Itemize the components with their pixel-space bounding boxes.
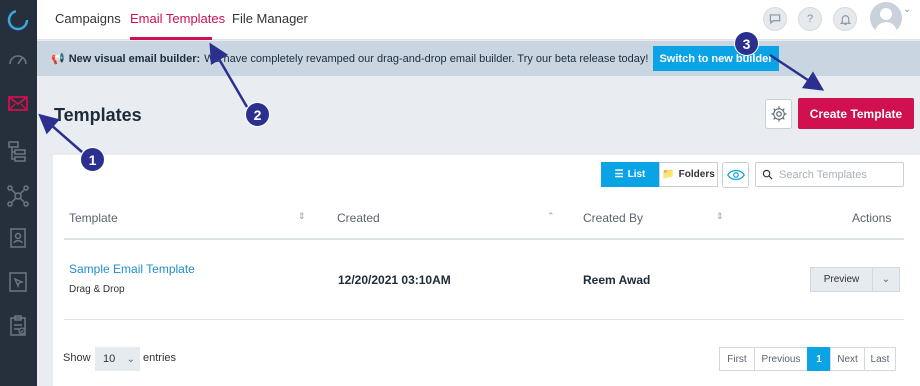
chat-icon[interactable] bbox=[763, 7, 787, 31]
tab-campaigns[interactable]: Campaigns bbox=[55, 11, 121, 26]
callout-badge-1: 1 bbox=[80, 147, 105, 172]
sort-icon[interactable]: ⇕ bbox=[298, 211, 306, 222]
page-title: Templates bbox=[54, 105, 142, 125]
top-nav-bar: Campaigns Email Templates File Manager ?… bbox=[37, 0, 920, 40]
row-divider bbox=[64, 319, 904, 320]
bell-icon[interactable] bbox=[833, 7, 857, 31]
templates-card: ☰ List 📁 Folders Template ⇕ Created ⌃ Cr… bbox=[53, 155, 920, 386]
logo-ring-icon[interactable] bbox=[4, 6, 32, 34]
gear-icon[interactable] bbox=[765, 99, 792, 129]
show-label: Show bbox=[63, 352, 91, 364]
create-template-button[interactable]: Create Template bbox=[798, 98, 914, 129]
callout-badge-2: 2 bbox=[245, 102, 270, 127]
folder-icon: 📁 bbox=[662, 169, 675, 180]
avatar[interactable] bbox=[870, 2, 902, 34]
column-header-actions: Actions bbox=[852, 211, 892, 225]
banner-bold-text: New visual email builder: bbox=[68, 52, 201, 65]
sidebar bbox=[0, 0, 37, 386]
banner-text: We have completely revamped our drag-and… bbox=[204, 52, 649, 65]
help-glyph: ? bbox=[806, 13, 814, 25]
cursor-window-icon[interactable] bbox=[4, 268, 32, 296]
view-toggle: ☰ List 📁 Folders bbox=[601, 162, 718, 187]
callout-badge-3: 3 bbox=[734, 31, 759, 56]
chevron-down-icon[interactable]: ⌄ bbox=[903, 4, 911, 15]
hierarchy-icon[interactable] bbox=[4, 137, 32, 165]
clipboard-check-icon[interactable] bbox=[4, 312, 32, 340]
column-header-template[interactable]: Template bbox=[69, 211, 118, 225]
avatar-body bbox=[875, 22, 897, 34]
search-icon bbox=[762, 169, 773, 180]
created-by: Reem Awad bbox=[583, 273, 651, 287]
chevron-down-icon[interactable]: ⌄ bbox=[873, 267, 900, 292]
list-view-button[interactable]: ☰ List bbox=[601, 162, 659, 187]
sort-asc-icon[interactable]: ⌃ bbox=[547, 211, 555, 222]
help-icon[interactable]: ? bbox=[798, 7, 822, 31]
pager-previous[interactable]: Previous bbox=[754, 347, 808, 371]
avatar-head bbox=[880, 8, 892, 20]
list-icon: ☰ bbox=[614, 169, 624, 180]
template-name-link[interactable]: Sample Email Template bbox=[69, 262, 195, 276]
new-builder-banner: 📢 New visual email builder: We have comp… bbox=[37, 41, 920, 76]
template-type: Drag & Drop bbox=[69, 284, 125, 295]
row-actions: Preview ⌄ bbox=[810, 267, 900, 292]
network-icon[interactable] bbox=[4, 182, 32, 210]
folders-label: Folders bbox=[678, 169, 715, 180]
switch-builder-button[interactable]: Switch to new builder bbox=[653, 46, 779, 71]
search-box bbox=[755, 162, 904, 187]
pager-first[interactable]: First bbox=[719, 347, 755, 371]
pager-page-1[interactable]: 1 bbox=[807, 347, 831, 371]
header-divider bbox=[64, 238, 904, 240]
active-tab-indicator bbox=[130, 37, 212, 40]
pager-next[interactable]: Next bbox=[830, 347, 865, 371]
contact-card-icon[interactable] bbox=[4, 224, 32, 252]
tab-file-manager[interactable]: File Manager bbox=[232, 11, 308, 26]
column-header-created[interactable]: Created bbox=[337, 211, 380, 225]
pager-last[interactable]: Last bbox=[864, 347, 896, 371]
tab-email-templates[interactable]: Email Templates bbox=[130, 11, 225, 26]
speedometer-icon[interactable] bbox=[4, 46, 32, 74]
search-input[interactable] bbox=[779, 168, 899, 181]
pagination: First Previous 1 Next Last bbox=[719, 347, 896, 371]
eye-icon[interactable] bbox=[722, 162, 749, 188]
list-label: List bbox=[627, 169, 646, 180]
chevron-down-icon: ⌄ bbox=[126, 353, 135, 365]
column-header-created-by[interactable]: Created By bbox=[583, 211, 643, 225]
created-date: 12/20/2021 03:10AM bbox=[338, 273, 451, 287]
entries-value: 10 bbox=[103, 353, 116, 365]
entries-select[interactable]: 10 ⌄ bbox=[95, 347, 140, 371]
email-icon[interactable] bbox=[4, 89, 32, 117]
sort-icon[interactable]: ⇕ bbox=[716, 211, 724, 222]
entries-label: entries bbox=[143, 352, 177, 364]
folders-view-button[interactable]: 📁 Folders bbox=[659, 162, 718, 187]
megaphone-icon: 📢 bbox=[51, 53, 65, 65]
preview-button[interactable]: Preview bbox=[810, 267, 873, 292]
